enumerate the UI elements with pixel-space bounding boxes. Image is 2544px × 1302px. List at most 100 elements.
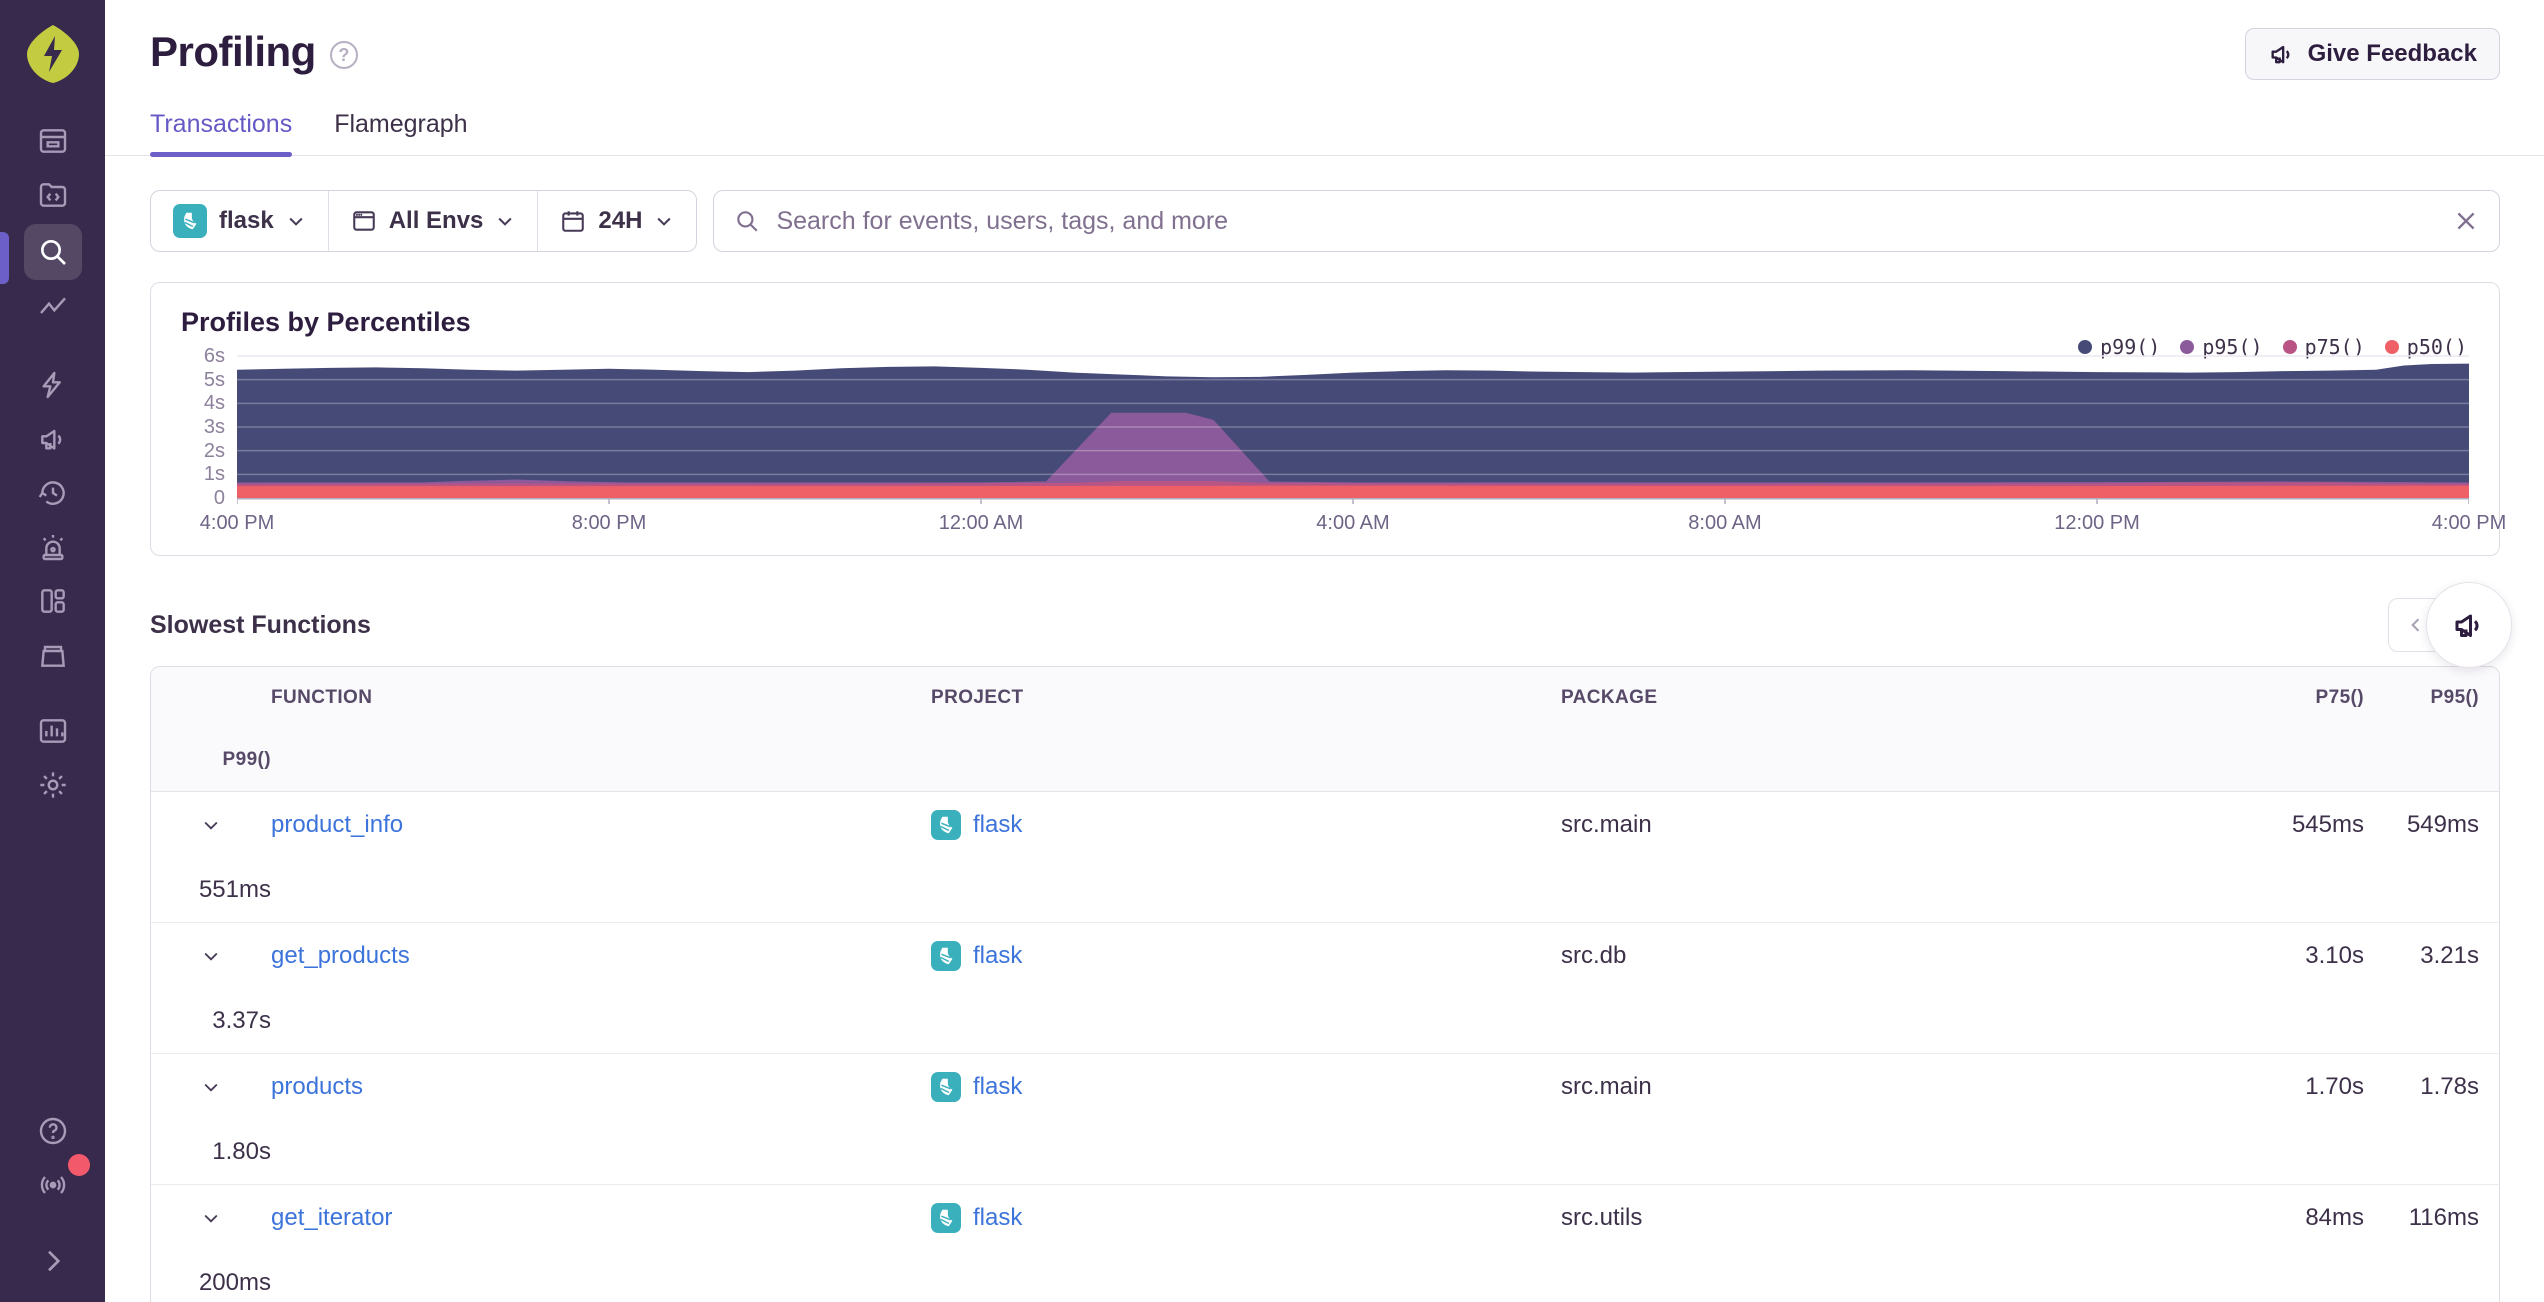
calendar-icon xyxy=(562,211,585,232)
sentry-logo[interactable] xyxy=(21,22,85,86)
sidebar-item-insights[interactable] xyxy=(24,360,82,410)
table-row: get_iterator flask src.utils 84ms 116ms … xyxy=(151,1185,2499,1302)
expand-chevron-icon[interactable] xyxy=(201,1077,221,1097)
project-link[interactable]: flask xyxy=(973,811,1022,839)
flask-project-icon xyxy=(173,204,207,238)
help-tooltip-icon[interactable]: ? xyxy=(329,41,358,69)
col-p99[interactable]: P99() xyxy=(151,729,271,791)
app-root: Profiling ? Give Feedback Transactions F… xyxy=(0,0,2544,1302)
page-title: Profiling xyxy=(150,28,316,75)
notification-dot xyxy=(67,1154,90,1176)
col-package: PACKAGE xyxy=(1561,687,1658,708)
col-p95[interactable]: P95() xyxy=(2364,667,2479,729)
expand-chevron-icon[interactable] xyxy=(201,946,221,966)
active-indicator-bar xyxy=(0,232,9,284)
chevron-down-icon xyxy=(289,217,303,226)
p75-cell: 1.70s xyxy=(2305,1073,2364,1100)
table-header-row: FUNCTION PROJECT PACKAGE P75() P95() P99… xyxy=(151,667,2499,792)
help-icon xyxy=(39,1117,66,1145)
flask-project-icon xyxy=(931,1072,961,1102)
x-tick-label: 8:00 PM xyxy=(571,512,647,534)
p75-cell: 545ms xyxy=(2291,811,2364,838)
sidebar-item-dashboards[interactable] xyxy=(24,576,82,626)
p95-cell: 3.21s xyxy=(2420,942,2479,969)
megaphone-icon xyxy=(2271,45,2289,64)
p95-cell: 116ms xyxy=(2408,1204,2479,1231)
project-link[interactable]: flask xyxy=(973,1204,1022,1232)
window-icon xyxy=(352,211,375,231)
project-filter[interactable]: flask xyxy=(151,191,328,251)
flask-project-icon xyxy=(931,941,961,971)
sidebar-item-help[interactable] xyxy=(24,1106,82,1156)
x-tick-label: 8:00 AM xyxy=(1688,512,1762,534)
chevron-right-icon xyxy=(47,1250,60,1272)
project-filter-value: flask xyxy=(219,207,274,234)
percentiles-plot xyxy=(237,352,2469,504)
function-link[interactable]: get_products xyxy=(271,942,410,970)
package-cell: src.utils xyxy=(1561,1204,1643,1231)
history-clock-icon xyxy=(38,481,65,505)
sidebar-item-alerts[interactable] xyxy=(24,522,82,572)
project-link[interactable]: flask xyxy=(973,942,1022,970)
x-tick-label: 4:00 PM xyxy=(2431,512,2507,534)
tab-bar: Transactions Flamegraph xyxy=(105,110,2544,157)
search-icon xyxy=(737,211,758,232)
clear-search-button[interactable] xyxy=(2453,208,2479,234)
table-row: products flask src.main 1.70s 1.78s 1.80… xyxy=(151,1054,2499,1185)
tab-transactions[interactable]: Transactions xyxy=(150,110,293,157)
archive-box-icon xyxy=(40,645,65,667)
floating-feedback-button[interactable] xyxy=(2426,582,2512,668)
sidebar-item-issues[interactable] xyxy=(24,116,82,166)
col-p75[interactable]: P75() xyxy=(2249,667,2364,729)
tab-flamegraph[interactable]: Flamegraph xyxy=(334,110,467,155)
x-tick-label: 12:00 PM xyxy=(2054,512,2140,534)
y-tick-label: 6s xyxy=(203,345,225,367)
percentiles-chart: 6s 5s 4s 3s 2s 1s 0 4:00 PM 8:00 PM 12:00 AM 4:00… xyxy=(181,345,2506,538)
stats-icon xyxy=(39,719,66,743)
chevron-down-icon xyxy=(498,217,512,226)
search-bar xyxy=(713,190,2500,252)
function-link[interactable]: product_info xyxy=(271,811,403,839)
p99-cell: 3.37s xyxy=(212,1007,271,1034)
close-icon xyxy=(2457,212,2475,230)
x-axis-labels: 4:00 PM 8:00 PM 12:00 AM 4:00 AM 8:00 AM 12:0… xyxy=(181,508,2506,538)
y-tick-label: 1s xyxy=(203,463,225,486)
sidebar-item-stats[interactable] xyxy=(24,706,82,756)
y-tick-label: 2s xyxy=(203,439,225,462)
col-function: FUNCTION xyxy=(271,687,373,708)
sidebar-item-settings[interactable] xyxy=(24,760,82,810)
page-filter-group: flask All Envs 24H xyxy=(150,190,698,252)
p99-cell: 1.80s xyxy=(212,1138,271,1165)
function-link[interactable]: get_iterator xyxy=(271,1204,392,1232)
environment-filter[interactable]: All Envs xyxy=(327,191,538,251)
date-range-filter[interactable]: 24H xyxy=(537,191,696,251)
megaphone-icon xyxy=(2455,614,2479,637)
p95-cell: 1.78s xyxy=(2420,1073,2479,1100)
project-link[interactable]: flask xyxy=(973,1073,1022,1101)
sidebar-item-user-feedback[interactable] xyxy=(24,414,82,464)
chevron-left-icon xyxy=(2411,618,2420,632)
date-range-value: 24H xyxy=(598,207,643,234)
search-input[interactable] xyxy=(776,206,2437,236)
lightning-icon xyxy=(41,371,61,399)
sidebar-item-performance[interactable] xyxy=(24,284,82,334)
col-project: PROJECT xyxy=(931,687,1024,708)
sidebar-item-releases[interactable] xyxy=(24,630,82,680)
sidebar-collapse-toggle[interactable] xyxy=(24,1236,82,1286)
y-tick-label: 4s xyxy=(203,392,225,415)
expand-chevron-icon[interactable] xyxy=(201,815,221,835)
siren-icon xyxy=(41,535,64,561)
expand-chevron-icon[interactable] xyxy=(201,1208,221,1228)
sidebar-item-explore[interactable] xyxy=(23,224,82,280)
slowest-functions-table: FUNCTION PROJECT PACKAGE P75() P95() P99… xyxy=(150,666,2500,1302)
package-cell: src.main xyxy=(1561,1073,1652,1100)
page-header: Profiling ? Give Feedback xyxy=(150,0,2500,80)
give-feedback-button[interactable]: Give Feedback xyxy=(2244,28,2500,80)
function-link[interactable]: products xyxy=(271,1073,363,1101)
sidebar-item-whats-new[interactable] xyxy=(24,1154,90,1210)
x-tick-label: 4:00 AM xyxy=(1316,512,1390,534)
sidebar-item-replays[interactable] xyxy=(24,468,82,518)
sidebar-item-projects[interactable] xyxy=(24,170,82,220)
package-cell: src.main xyxy=(1561,811,1652,838)
chart-title: Profiles by Percentiles xyxy=(181,307,471,337)
